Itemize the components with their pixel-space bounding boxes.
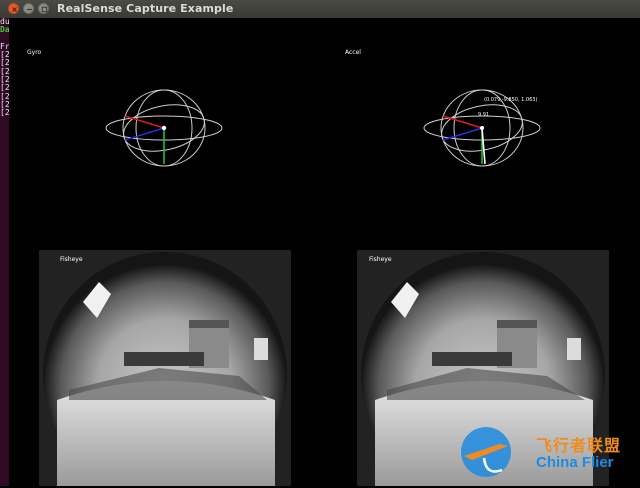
accel-z-axis (442, 127, 483, 141)
accel-vector-readout: (0.079,-9.850, 1.063) (484, 97, 538, 103)
maximize-icon (41, 6, 48, 13)
accel-magnitude-readout: 9.91 (478, 112, 490, 118)
minimize-icon (27, 8, 32, 11)
china-flier-watermark: 飞行者联盟 China Flier (444, 418, 640, 484)
accel-vector-point (480, 126, 484, 130)
fisheye-left-image (39, 250, 291, 486)
close-icon (12, 7, 17, 12)
fisheye-left-label: Fisheye (60, 256, 83, 263)
minimize-button[interactable] (23, 3, 34, 14)
background-terminal: du Da Fr [2 [2 [2 [2 [2 [2 [2 [2 (0, 18, 9, 486)
watermark-chinese: 飞行者联盟 (536, 436, 622, 455)
terminal-line: [2 (0, 108, 9, 118)
fisheye-left-stream: Fisheye (39, 250, 291, 486)
watermark-english: China Flier (536, 454, 614, 471)
fisheye-right-label: Fisheye (369, 256, 392, 263)
accel-x-axis (442, 115, 483, 129)
close-button[interactable] (8, 3, 19, 14)
maximize-button[interactable] (38, 3, 49, 14)
window-titlebar: RealSense Capture Example (0, 0, 640, 19)
accel-motion-widget (423, 89, 541, 167)
window-title: RealSense Capture Example (57, 2, 234, 15)
capture-viewport: Gyro Accel (0.079,-9.850, 1.063) 9.91 Fi… (9, 18, 640, 486)
